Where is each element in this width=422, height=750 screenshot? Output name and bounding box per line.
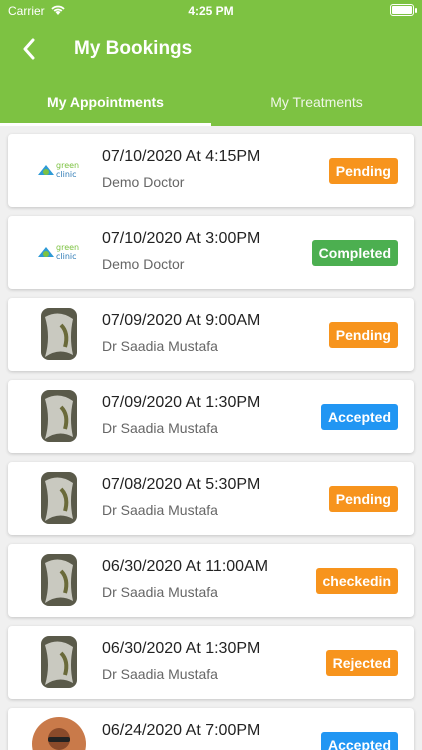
appointment-datetime: 06/30/2020 At 11:00AM — [102, 558, 269, 575]
clinic-logo: green clinic — [32, 143, 86, 197]
appointment-card[interactable]: green clinic 07/10/2020 At 3:00PM Demo Doct… — [8, 216, 414, 289]
status-badge: Accepted — [320, 404, 398, 430]
appointment-list: green clinic 07/10/2020 At 4:15PM Demo Doct… — [0, 126, 422, 750]
doctor-avatar — [32, 307, 86, 361]
doctor-name: Dr Saadia Mustafa — [102, 502, 218, 518]
doctor-name: Demo Doctor — [102, 256, 185, 272]
doctor-name: Dr Saadia Mustafa — [102, 338, 218, 354]
status-badge: Pending — [328, 486, 398, 512]
doctor-avatar — [32, 717, 86, 750]
appointment-card[interactable]: 07/08/2020 At 5:30PM Dr Saadia Mustafa Pen… — [8, 462, 414, 535]
doctor-avatar — [32, 635, 86, 689]
status-badge: Accepted — [320, 732, 398, 750]
doctor-avatar — [32, 553, 86, 607]
status-bar: Carrier 4:25 PM — [0, 0, 422, 22]
appointment-datetime: 06/30/2020 At 1:30PM — [102, 640, 261, 657]
doctor-name: Dr Saadia Mustafa — [102, 584, 218, 600]
appointment-datetime: 07/09/2020 At 1:30PM — [102, 394, 261, 411]
appointment-card[interactable]: 07/09/2020 At 1:30PM Dr Saadia Mustafa Acc… — [8, 380, 414, 453]
status-badge: Completed — [311, 240, 398, 266]
clinic-logo: green clinic — [32, 225, 86, 279]
tab-my-appointments[interactable]: My Appointments — [0, 78, 211, 126]
back-button[interactable] — [14, 34, 44, 64]
status-badge: checkedin — [315, 568, 398, 594]
doctor-avatar — [32, 471, 86, 525]
appointment-datetime: 07/10/2020 At 3:00PM — [102, 230, 261, 247]
appointment-card[interactable]: 06/24/2020 At 7:00PMDr Hassan Anwar Khan… — [8, 708, 414, 750]
appointment-card[interactable]: green clinic 07/10/2020 At 4:15PM Demo Doct… — [8, 134, 414, 207]
tab-my-treatments[interactable]: My Treatments — [211, 78, 422, 126]
doctor-avatar — [32, 389, 86, 443]
status-badge: Pending — [328, 322, 398, 348]
logo-text-clinic: clinic — [56, 170, 77, 179]
appointment-datetime: 06/24/2020 At 7:00PM — [102, 722, 261, 739]
doctor-name: Dr Saadia Mustafa — [102, 420, 218, 436]
logo-text-green: green — [56, 243, 79, 252]
appointment-card[interactable]: 07/09/2020 At 9:00AM Dr Saadia Mustafa Pen… — [8, 298, 414, 371]
status-badge: Rejected — [325, 650, 398, 676]
nav-bar: My Bookings — [0, 22, 422, 78]
page-title: My Bookings — [74, 38, 193, 59]
doctor-name: Demo Doctor — [102, 174, 185, 190]
logo-text-clinic: clinic — [56, 252, 77, 261]
appointment-card[interactable]: 06/30/2020 At 1:30PM Dr Saadia Mustafa Rej… — [8, 626, 414, 699]
status-badge: Pending — [328, 158, 398, 184]
clock: 4:25 PM — [188, 4, 234, 18]
battery-icon — [390, 4, 417, 16]
appointment-datetime: 07/10/2020 At 4:15PM — [102, 148, 261, 165]
tab-indicator — [0, 123, 211, 126]
appointment-datetime: 07/08/2020 At 5:30PM — [102, 476, 261, 493]
logo-text-green: green — [56, 161, 79, 170]
chevron-left-icon — [23, 38, 35, 60]
tab-bar: My Appointments My Treatments — [0, 78, 422, 126]
doctor-name: Dr Saadia Mustafa — [102, 666, 218, 682]
appointment-card[interactable]: 06/30/2020 At 11:00AM Dr Saadia Mustafa ch… — [8, 544, 414, 617]
appointment-datetime: 07/09/2020 At 9:00AM — [102, 312, 261, 329]
